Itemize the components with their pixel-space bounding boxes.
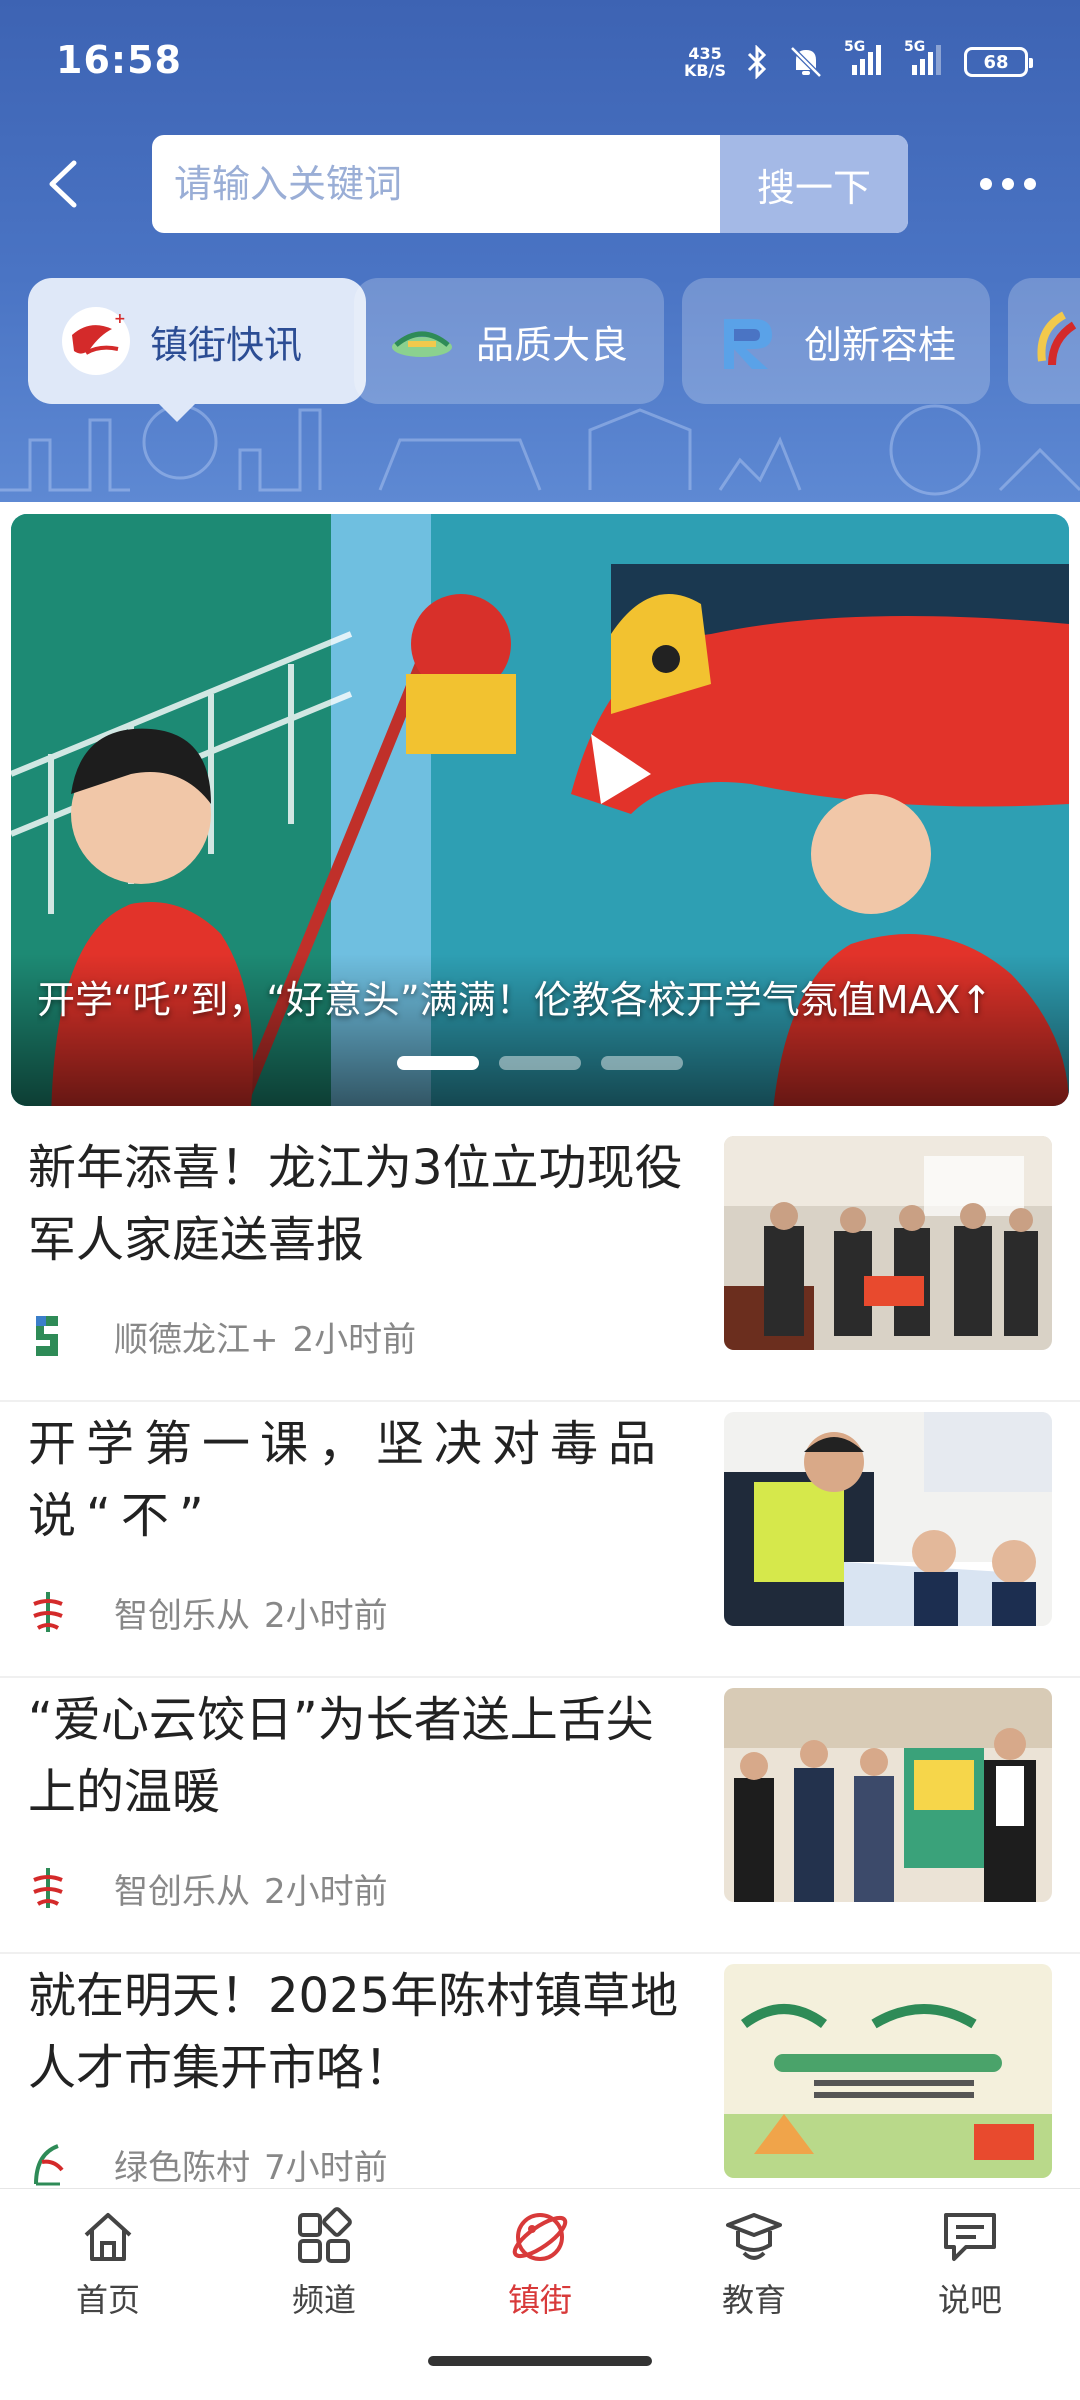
news-meta: 顺德龙江+ 2小时前 <box>28 1306 416 1366</box>
bottom-nav: 首页 频道 镇街 教育 说吧 <box>0 2188 1080 2400</box>
nav-channels[interactable]: 频道 <box>254 2207 394 2337</box>
svg-text:+: + <box>114 311 126 327</box>
net-speed: 435 KB/S <box>684 45 726 79</box>
more-options-button[interactable] <box>980 171 1050 197</box>
nav-label: 首页 <box>75 2281 140 2319</box>
nav-label: 镇街 <box>507 2281 572 2319</box>
news-time: 2小时前 <box>264 1871 388 1912</box>
search-row: 搜一下 <box>0 135 1080 233</box>
channel-tab-label: 品质大良 <box>476 322 629 367</box>
nav-label: 说吧 <box>937 2281 1002 2319</box>
nav-towns[interactable]: 镇街 <box>470 2207 610 2337</box>
dot <box>1002 178 1014 190</box>
lecong-source-icon <box>33 1868 63 1908</box>
network-type-label: 5G <box>904 39 926 55</box>
channel-tab-next[interactable] <box>1008 278 1080 404</box>
battery-level: 68 <box>983 51 1009 73</box>
carousel-indicator <box>397 1056 683 1070</box>
daliang-logo-icon <box>392 331 452 357</box>
signal-strength-icon: 5G <box>904 39 944 81</box>
banner-title: 开学“吒”到，“好意头”满满！伦教各校开学气氛值MAX↑ <box>37 978 993 1022</box>
status-bar: 16:58 435 KB/S 5G 5G 68 <box>0 0 1080 125</box>
news-thumbnail <box>724 1964 1052 2178</box>
news-title: 就在明天！2025年陈村镇草地人才市集开市咯！ <box>28 1968 679 2096</box>
news-meta: 绿色陈村 7小时前 <box>28 2134 388 2194</box>
news-time: 2小时前 <box>264 1595 388 1636</box>
lecong-source-icon <box>33 1592 63 1632</box>
channel-logo-icon <box>1037 311 1077 366</box>
news-item[interactable]: 开学第一课，坚决对毒品说“不” 智创乐从 2小时前 <box>0 1402 1080 1678</box>
news-title: “爱心云饺日”为长者送上舌尖上的温暖 <box>28 1692 654 1820</box>
channel-tab-zhenjie[interactable]: + 镇街快讯 <box>28 278 366 404</box>
news-title: 新年添喜！龙江为3位立功现役军人家庭送喜报 <box>28 1140 683 1268</box>
dot <box>980 178 992 190</box>
nav-label: 频道 <box>291 2281 356 2319</box>
news-source: 智创乐从 <box>114 1871 250 1912</box>
active-tab-pointer <box>155 400 199 422</box>
news-meta: 智创乐从 2小时前 <box>28 1858 388 1918</box>
news-source: 智创乐从 <box>114 1595 250 1636</box>
channel-tab-ronggui[interactable]: 创新容桂 <box>682 278 990 404</box>
news-source: 顺德龙江+ <box>114 1319 279 1360</box>
news-thumbnail <box>724 1412 1052 1626</box>
search-box: 搜一下 <box>152 135 908 233</box>
news-time: 7小时前 <box>264 2147 388 2188</box>
channels-grid-icon <box>298 2207 352 2263</box>
shunde-logo-icon: + <box>62 307 130 375</box>
ronggui-logo-icon <box>724 319 772 369</box>
dot <box>1024 178 1036 190</box>
nav-label: 教育 <box>721 2281 786 2319</box>
graduation-cap-icon <box>726 2213 782 2260</box>
news-item[interactable]: 新年添喜！龙江为3位立功现役军人家庭送喜报 顺德龙江+ 2小时前 <box>0 1126 1080 1402</box>
header: 16:58 435 KB/S 5G 5G 68 请输入关键词 搜一下 + 镇街快… <box>0 0 1080 502</box>
status-icons: 435 KB/S 5G 5G 68 <box>684 39 1033 84</box>
news-thumbnail <box>724 1688 1052 1902</box>
search-input[interactable] <box>152 135 718 233</box>
news-thumbnail <box>724 1136 1052 1350</box>
nav-home[interactable]: 首页 <box>38 2207 178 2337</box>
carousel-dot[interactable] <box>397 1056 479 1070</box>
longjiang-source-icon <box>36 1316 58 1356</box>
status-time: 16:58 <box>56 38 182 82</box>
home-icon <box>84 2213 132 2261</box>
news-item[interactable]: “爱心云饺日”为长者送上舌尖上的温暖 智创乐从 2小时前 <box>0 1678 1080 1954</box>
channel-tab-daliang[interactable]: 品质大良 <box>354 278 664 404</box>
net-speed-value: 435 <box>688 44 722 63</box>
news-title: 开学第一课，坚决对毒品说“不” <box>28 1416 667 1544</box>
carousel-dot[interactable] <box>499 1056 581 1070</box>
news-meta: 智创乐从 2小时前 <box>28 1582 388 1642</box>
nav-education[interactable]: 教育 <box>684 2207 824 2337</box>
chevron-left-icon <box>49 160 77 208</box>
network-type-label: 5G <box>844 39 866 55</box>
mute-bell-icon <box>788 44 824 80</box>
chat-bubble-icon <box>944 2213 996 2261</box>
featured-banner[interactable]: 开学“吒”到，“好意头”满满！伦教各校开学气氛值MAX↑ <box>11 514 1069 1106</box>
channel-tab-label: 创新容桂 <box>804 322 957 367</box>
home-indicator[interactable] <box>428 2356 652 2366</box>
nav-discuss[interactable]: 说吧 <box>900 2207 1040 2337</box>
planet-icon <box>512 2213 568 2261</box>
carousel-dot[interactable] <box>601 1056 683 1070</box>
chencun-source-icon <box>34 2144 64 2186</box>
bluetooth-icon <box>746 45 768 79</box>
news-source: 绿色陈村 <box>114 2147 250 2188</box>
back-button[interactable] <box>30 149 100 219</box>
channel-tabs: + 镇街快讯 品质大良 创新容桂 <box>28 278 1080 406</box>
net-speed-unit: KB/S <box>684 61 726 80</box>
news-time: 2小时前 <box>292 1319 417 1360</box>
channel-tab-label: 镇街快讯 <box>150 322 303 367</box>
battery-icon: 68 <box>964 47 1033 77</box>
signal-strength-icon: 5G <box>844 39 884 81</box>
search-button[interactable]: 搜一下 <box>720 135 908 233</box>
